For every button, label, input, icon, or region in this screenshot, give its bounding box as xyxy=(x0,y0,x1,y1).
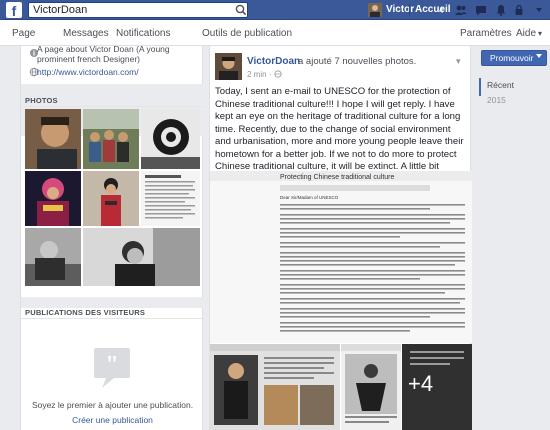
left-column: A page about Victor Doan (A young promin… xyxy=(20,44,204,430)
website-link[interactable]: http://www.victordoan.com/ xyxy=(37,67,139,77)
post-time: 2 min xyxy=(247,70,267,79)
photo-black-white-man[interactable] xyxy=(25,228,81,286)
svg-text:": " xyxy=(105,352,118,378)
tab-publishing-tools[interactable]: Outils de publication xyxy=(202,28,292,39)
create-post-link[interactable]: Créer une publication xyxy=(21,415,204,425)
search-icon[interactable] xyxy=(234,3,248,17)
tab-notifications[interactable]: Notifications xyxy=(116,28,170,39)
promote-label: Promouvoir xyxy=(490,53,534,63)
tab-messages[interactable]: Messages xyxy=(63,28,109,39)
account-menu-icon[interactable] xyxy=(532,3,546,17)
promote-caret-icon xyxy=(536,54,542,58)
photo-woman-red-costume[interactable] xyxy=(83,171,139,226)
photos-header[interactable]: PHOTOS xyxy=(25,96,58,105)
photo-portrait-man[interactable] xyxy=(25,109,81,169)
user-avatar[interactable] xyxy=(368,3,382,17)
page-admin-nav: Page Messages Notifications Outils de pu… xyxy=(0,20,550,46)
post-action-text: a ajouté 7 nouvelles photos. xyxy=(298,56,417,67)
photo-document-screenshot[interactable] xyxy=(141,171,200,226)
photos-header-divider xyxy=(21,106,204,107)
doc-title: Protecting Chinese traditional culture xyxy=(280,174,395,181)
timeline-recent[interactable]: Récent xyxy=(487,80,514,90)
about-description: A page about Victor Doan (A young promin… xyxy=(37,44,170,64)
messages-icon[interactable] xyxy=(474,3,488,17)
more-photos-count[interactable]: +4 xyxy=(408,371,433,397)
home-count-badge: 4 xyxy=(439,6,444,15)
tab-settings[interactable]: Paramètres xyxy=(460,28,512,39)
visitor-posts-header: PUBLICATIONS DES VISITEURS xyxy=(25,308,146,317)
topbar-divider xyxy=(409,4,410,16)
top-bar: f Victor Accueil 4 xyxy=(0,0,550,20)
promote-button[interactable]: Promouvoir xyxy=(481,50,547,66)
privacy-shortcuts-icon[interactable] xyxy=(512,3,526,17)
timeline-year-2015[interactable]: 2015 xyxy=(487,95,506,105)
help-label: Aide xyxy=(516,28,537,39)
facebook-logo[interactable]: f xyxy=(6,2,22,19)
doc-greeting: Dear Sir/Madam of UNESCO xyxy=(280,195,339,200)
help-menu[interactable]: Aide ▾ xyxy=(516,28,542,39)
right-sidebar: Promouvoir Récent 2015 xyxy=(477,46,550,430)
search-input[interactable] xyxy=(28,2,248,18)
post-options-chevron-icon[interactable]: ▾ xyxy=(456,56,461,67)
photo-group-people[interactable] xyxy=(83,109,139,169)
visitor-header-divider xyxy=(21,318,204,319)
home-link[interactable]: Accueil xyxy=(415,4,451,15)
photo-traditional-costume[interactable] xyxy=(25,171,81,226)
globe-icon xyxy=(274,70,282,78)
tab-page[interactable]: Page xyxy=(12,28,35,39)
post-author-name[interactable]: VictorDoan xyxy=(247,56,300,67)
post-timestamp[interactable]: 2 min · xyxy=(247,70,282,79)
friend-requests-icon[interactable] xyxy=(454,3,468,17)
visitor-empty-text: Soyez le premier à ajouter une publicati… xyxy=(31,400,194,410)
visitor-post-placeholder-icon: " xyxy=(94,348,130,388)
timeline-active-marker xyxy=(479,78,481,96)
section-gap xyxy=(21,297,204,308)
post-card: VictorDoan a ajouté 7 nouvelles photos. … xyxy=(209,46,472,430)
post-author-avatar[interactable] xyxy=(215,53,242,80)
notifications-icon[interactable] xyxy=(494,3,508,17)
photo-man-black-white[interactable] xyxy=(83,228,200,286)
chevron-down-icon: ▾ xyxy=(538,29,543,38)
photo-embroidery-pattern[interactable] xyxy=(141,109,200,169)
